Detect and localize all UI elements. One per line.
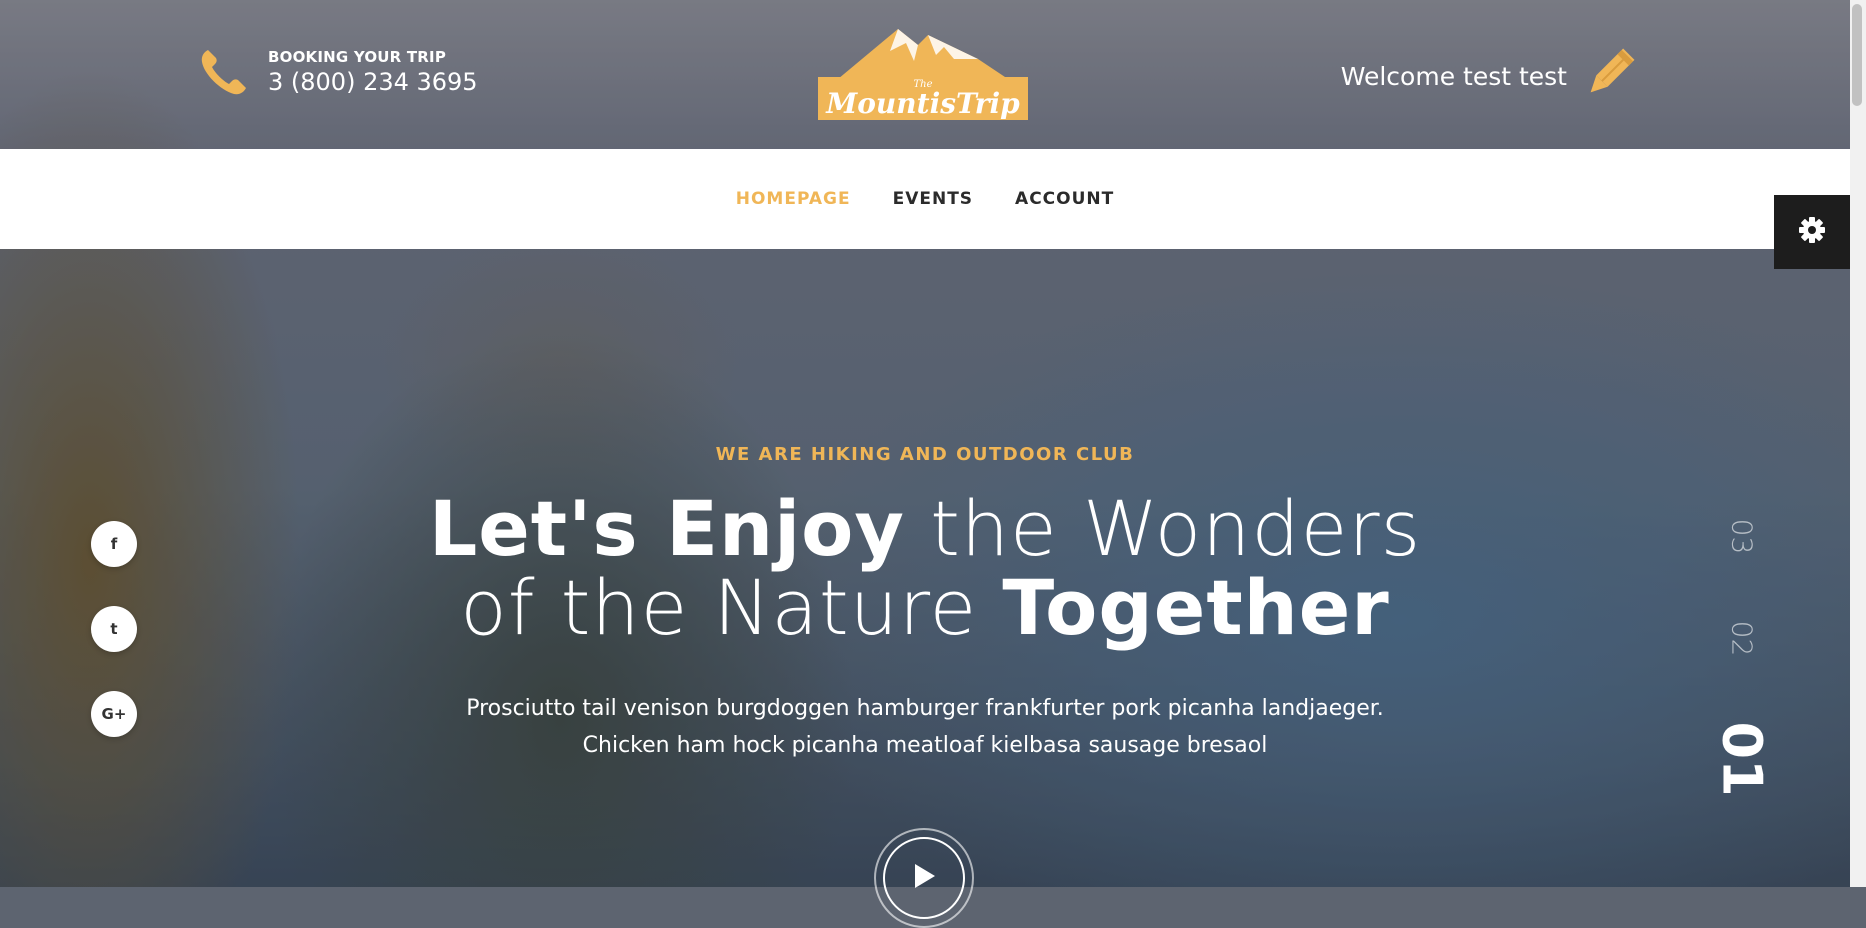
welcome-user: Welcome test test xyxy=(1341,46,1637,106)
headline-light-2: of the Nature xyxy=(460,563,978,652)
hero-eyebrow: WE ARE HIKING AND OUTDOOR CLUB xyxy=(715,444,1135,465)
phone-icon xyxy=(198,46,250,98)
logo-name: MountisTrip xyxy=(826,87,1020,120)
headline-light-1: the Wonders xyxy=(930,484,1422,573)
hero-subtext-line-2: Chicken ham hock picanha meatloaf kielba… xyxy=(582,733,1268,758)
main-navigation: HOMEPAGE EVENTS ACCOUNT xyxy=(0,149,1850,249)
page-scrollbar[interactable] xyxy=(1850,0,1866,887)
nav-item-events[interactable]: EVENTS xyxy=(893,189,973,209)
pencil-icon[interactable] xyxy=(1581,46,1637,106)
top-header: BOOKING YOUR TRIP 3 (800) 234 3695 The M… xyxy=(0,0,1850,149)
headline-bold-2: Together xyxy=(1002,563,1390,652)
play-icon xyxy=(911,862,937,894)
gear-icon xyxy=(1798,216,1826,248)
welcome-text[interactable]: Welcome test test xyxy=(1341,62,1567,91)
hero-headline: Let's Enjoy the Wonders of the Nature To… xyxy=(0,489,1850,647)
booking-phone-number[interactable]: 3 (800) 234 3695 xyxy=(268,68,478,96)
scrollbar-thumb[interactable] xyxy=(1852,4,1862,106)
slide-number-03[interactable]: 03 xyxy=(1726,507,1759,567)
slide-pagination: 03 02 01 xyxy=(1711,500,1774,797)
headline-bold-1: Let's Enjoy xyxy=(428,484,905,573)
booking-info: BOOKING YOUR TRIP 3 (800) 234 3695 xyxy=(198,46,478,98)
slide-number-02[interactable]: 02 xyxy=(1726,609,1759,669)
settings-button[interactable] xyxy=(1774,195,1850,269)
nav-item-account[interactable]: ACCOUNT xyxy=(1015,189,1114,209)
hero-subtext-line-1: Prosciutto tail venison burgdoggen hambu… xyxy=(466,696,1384,721)
slide-number-01-active[interactable]: 01 xyxy=(1711,722,1774,797)
booking-label: BOOKING YOUR TRIP xyxy=(268,48,447,66)
site-logo[interactable]: The MountisTrip xyxy=(818,21,1028,120)
play-video-button[interactable] xyxy=(874,828,974,928)
nav-item-homepage[interactable]: HOMEPAGE xyxy=(736,189,851,209)
hero-subtext: Prosciutto tail venison burgdoggen hambu… xyxy=(0,690,1850,764)
